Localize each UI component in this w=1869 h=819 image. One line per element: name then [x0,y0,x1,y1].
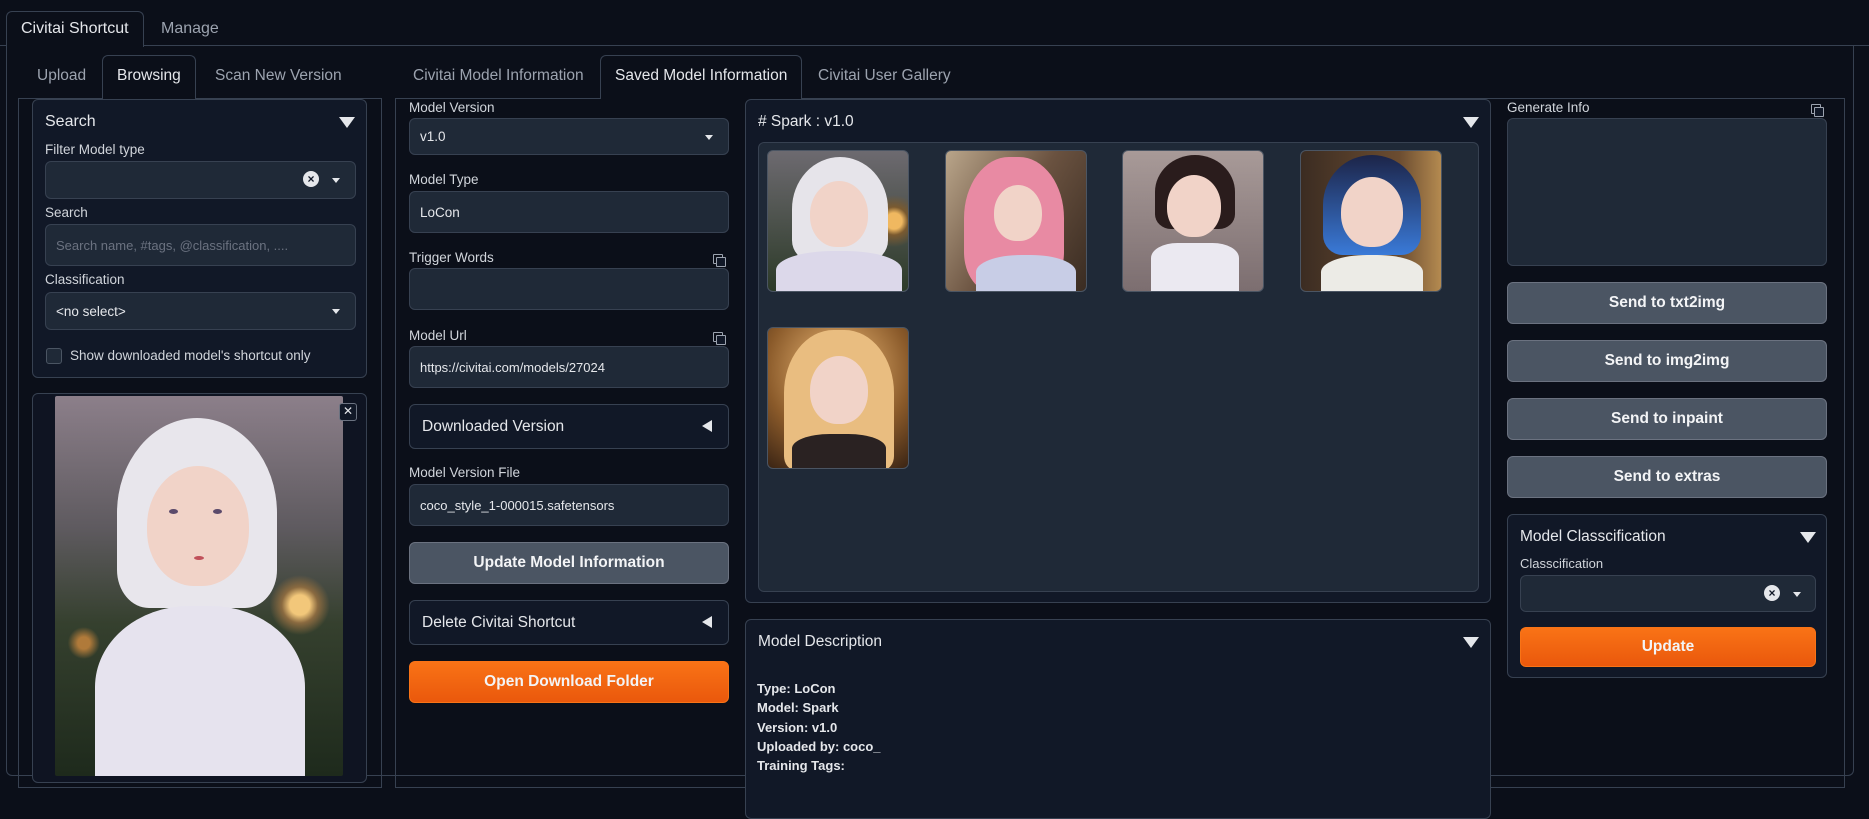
shirt [792,434,886,468]
description-line: Type: LoCon [757,681,836,696]
model-version-value: v1.0 [420,129,446,144]
expand-triangle-icon[interactable] [702,616,712,628]
send-to-extras-button[interactable]: Send to extras [1507,456,1827,498]
face [1341,177,1403,247]
model-type-field[interactable]: LoCon [409,191,729,233]
description-line: Model: Spark [757,700,839,715]
downloaded-version-title: Downloaded Version [422,418,565,435]
eye [213,509,222,514]
gallery-image[interactable] [1122,150,1264,292]
search-label: Search [45,205,88,220]
open-download-folder-button[interactable]: Open Download Folder [409,661,729,703]
model-version-label: Model Version [409,100,495,115]
gallery-image[interactable] [1300,150,1442,292]
search-accordion: Search Filter Model type × Search Search… [32,99,367,378]
collapse-triangle-icon[interactable] [1463,117,1479,128]
send-to-img2img-button[interactable]: Send to img2img [1507,340,1827,382]
chevron-down-icon[interactable] [332,178,340,183]
clear-icon[interactable]: × [1764,585,1780,601]
chevron-down-icon[interactable] [1793,592,1801,597]
model-version-file-field[interactable]: coco_style_1-000015.safetensors [409,484,729,526]
send-to-txt2img-button[interactable]: Send to txt2img [1507,282,1827,324]
model-version-file-label: Model Version File [409,465,521,480]
model-classification-accordion: Model Classcification Classcification × … [1507,514,1827,678]
update-classification-button[interactable]: Update [1520,627,1816,667]
update-model-information-button[interactable]: Update Model Information [409,542,729,584]
clear-icon[interactable]: × [303,171,319,187]
classification-label: Classification [45,272,125,287]
face [810,181,868,247]
model-version-file-value: coco_style_1-000015.safetensors [420,497,615,513]
model-description-title[interactable]: Model Description [758,633,882,651]
face [147,466,249,586]
model-type-label: Model Type [409,172,479,187]
model-url-value: https://civitai.com/models/27024 [420,359,605,375]
generate-info-label: Generate Info [1507,100,1590,115]
collapse-triangle-icon[interactable] [339,117,355,128]
downloaded-version-accordion[interactable]: Downloaded Version [409,404,729,449]
chevron-down-icon[interactable] [705,135,713,140]
model-url-label: Model Url [409,328,467,343]
send-to-inpaint-button[interactable]: Send to inpaint [1507,398,1827,440]
description-line: Uploaded by: coco_ [757,739,881,754]
face [1167,175,1221,237]
generate-info-textarea[interactable] [1507,118,1827,266]
gallery-image[interactable] [945,150,1087,292]
copy-icon[interactable] [713,254,726,267]
tab-scan-new-version[interactable]: Scan New Version [200,55,357,98]
model-type-value: LoCon [420,204,460,220]
tab-manage[interactable]: Manage [146,11,234,47]
shortcut-gallery: ✕ [32,393,367,783]
classification-value: <no select> [56,303,126,319]
search-placeholder: Search name, #tags, @classification, ...… [56,237,289,253]
description-line: Training Tags: [757,758,845,773]
classification-dropdown[interactable]: <no select> [45,292,356,330]
model-url-field[interactable]: https://civitai.com/models/27024 [409,346,729,388]
downloaded-only-label[interactable]: Show downloaded model's shortcut only [70,348,310,363]
blouse [776,251,902,291]
delete-shortcut-accordion[interactable]: Delete Civitai Shortcut [409,600,729,645]
sweater [1321,255,1423,291]
classification-label: Classcification [1520,556,1604,571]
copy-icon[interactable] [1811,104,1824,117]
gallery-image[interactable] [767,327,909,469]
gallery-image[interactable] [767,150,909,292]
delete-shortcut-title: Delete Civitai Shortcut [422,614,576,631]
model-description-accordion: Model Description [745,619,1491,819]
search-accordion-title[interactable]: Search [45,113,96,131]
blouse [95,606,305,776]
eye [169,509,178,514]
blouse [976,255,1076,291]
tab-civitai-shortcut[interactable]: Civitai Shortcut [6,11,144,47]
collapse-triangle-icon[interactable] [1800,532,1816,543]
gallery-title[interactable]: # Spark : v1.0 [758,113,854,131]
lips [194,556,204,560]
close-icon[interactable]: ✕ [339,403,357,421]
face [994,185,1042,241]
search-input[interactable]: Search name, #tags, @classification, ...… [45,224,356,266]
dress [1151,243,1239,291]
trigger-words-label: Trigger Words [409,250,494,265]
top-tabbar: Civitai Shortcut Manage [0,0,1869,48]
model-classification-title[interactable]: Model Classcification [1520,528,1666,546]
trigger-words-field[interactable] [409,268,729,310]
shortcut-thumbnail[interactable] [55,396,343,776]
expand-triangle-icon[interactable] [702,420,712,432]
tab-upload[interactable]: Upload [22,55,101,98]
model-version-dropdown[interactable]: v1.0 [409,118,729,155]
tab-civitai-user-gallery[interactable]: Civitai User Gallery [803,55,966,98]
tab-browsing[interactable]: Browsing [102,55,196,99]
downloaded-only-checkbox[interactable] [46,348,62,364]
tab-civitai-model-information[interactable]: Civitai Model Information [398,55,599,98]
face [810,356,868,424]
description-line: Version: v1.0 [757,720,838,735]
collapse-triangle-icon[interactable] [1463,637,1479,648]
copy-icon[interactable] [713,332,726,345]
chevron-down-icon[interactable] [332,309,340,314]
filter-model-type-label: Filter Model type [45,142,145,157]
tab-saved-model-information[interactable]: Saved Model Information [600,55,803,99]
